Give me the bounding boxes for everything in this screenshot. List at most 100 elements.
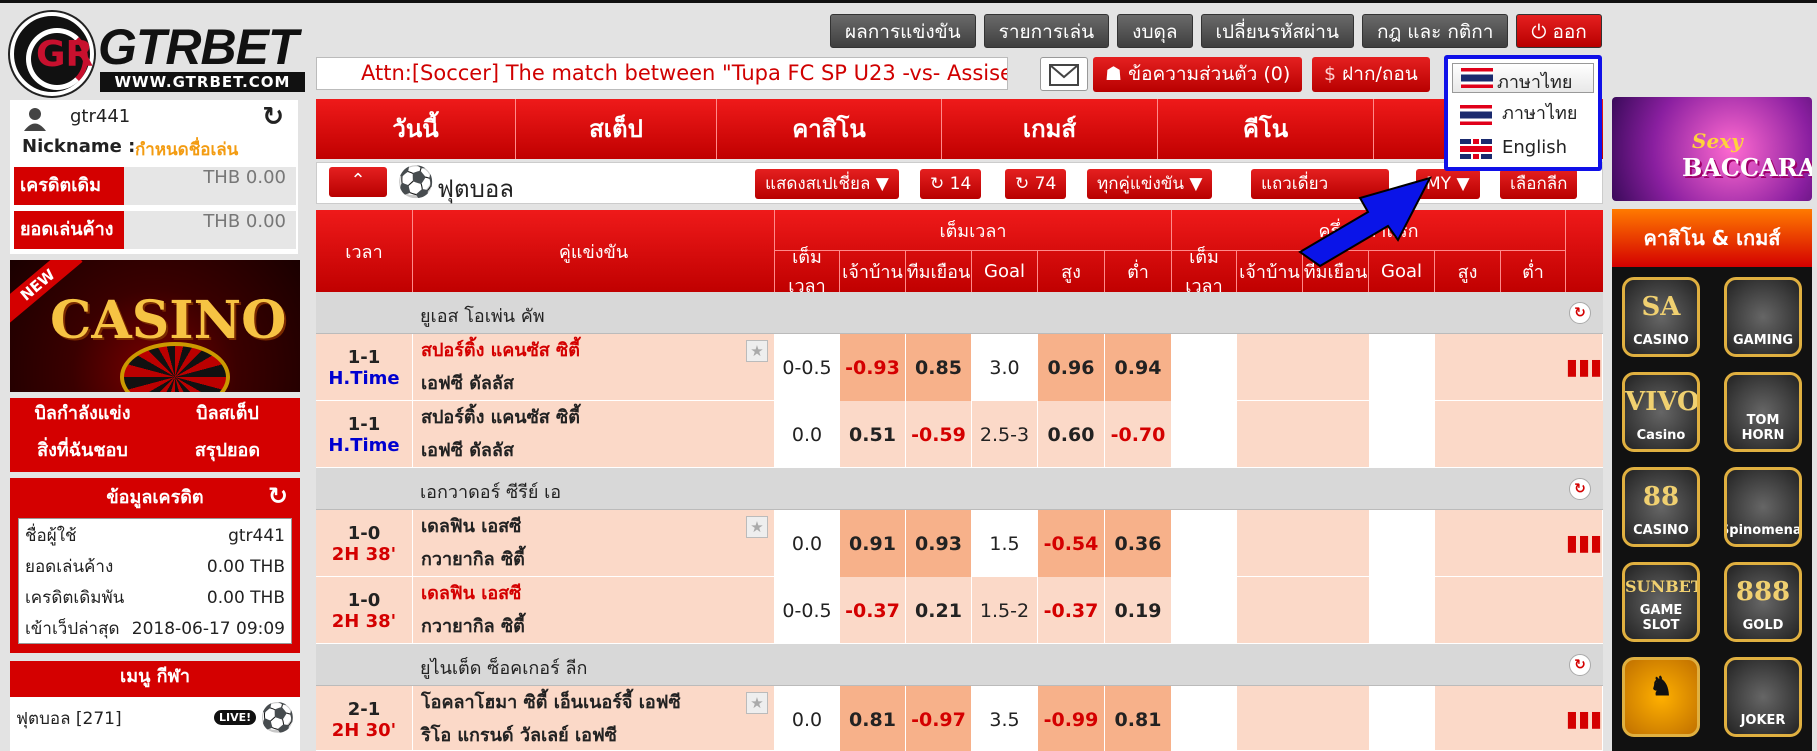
- tab-parlay[interactable]: สเต็ป: [516, 99, 717, 159]
- sport-menu-item-football[interactable]: ฟุตบอล [271] LIVE! ⚽: [10, 697, 300, 751]
- odds-away[interactable]: 0.93: [906, 510, 972, 577]
- odds-over[interactable]: -0.37: [1038, 577, 1105, 644]
- language-dropdown[interactable]: ภาษาไทย ภาษาไทย English: [1444, 55, 1602, 171]
- stats-icon[interactable]: ▮▮▮: [1566, 334, 1603, 401]
- odds-hdp: 0.0: [775, 686, 840, 751]
- statement-button[interactable]: งบดุล: [1117, 14, 1193, 48]
- user-icon: [24, 108, 46, 131]
- refresh-count-2[interactable]: ↻ 74: [1005, 169, 1067, 199]
- odds-away[interactable]: -0.97: [906, 686, 972, 751]
- ht-hdp: [1172, 510, 1237, 577]
- game-tile-sunbet[interactable]: SUNBET GAME SLOT: [1622, 562, 1700, 642]
- credit-info-row: ยอดเล่นค้าง 0.00 THB: [25, 557, 285, 577]
- tab-today[interactable]: วันนี้: [316, 99, 516, 159]
- private-messages-button[interactable]: ☗ ข้อความส่วนตัว (0): [1093, 57, 1303, 92]
- odds-away[interactable]: -0.59: [906, 401, 972, 468]
- game-tile-spinomenal[interactable]: Spinomenal: [1724, 467, 1802, 547]
- refresh-icon[interactable]: ↻: [268, 482, 288, 510]
- game-tile-rooster[interactable]: ♞: [1622, 657, 1700, 737]
- refresh-icon[interactable]: ↻: [1569, 302, 1591, 324]
- odds-under[interactable]: 0.19: [1105, 577, 1172, 644]
- gtrbet-logo[interactable]: GR GTRBET WWW.GTRBET.COM: [8, 10, 308, 96]
- collapse-button[interactable]: ⌃: [329, 167, 387, 197]
- refresh-icon[interactable]: ↻: [1569, 478, 1591, 500]
- refresh-count-1[interactable]: ↻ 14: [920, 169, 982, 199]
- thai-flag-icon: [1460, 105, 1492, 125]
- credit-info-box: ข้อมูลเครดิต ↻ ชื่อผู้ใช้ gtr441 ยอดเล่นค้…: [10, 478, 300, 653]
- tab-games[interactable]: เกมส์: [942, 99, 1158, 159]
- mail-button[interactable]: [1040, 57, 1088, 91]
- odds-away[interactable]: 0.85: [906, 334, 972, 401]
- game-tile-88casino[interactable]: 88 CASINO: [1622, 467, 1700, 547]
- odds-home[interactable]: 0.91: [840, 510, 906, 577]
- language-select[interactable]: ภาษาไทย: [1452, 63, 1594, 93]
- odds-under[interactable]: 0.94: [1105, 334, 1172, 401]
- match-row: 1-1 H.Time สปอร์ติ้ง แคนซัส ซิตี้ เอฟซี ดั…: [316, 334, 1603, 401]
- logout-button[interactable]: ⏻ ออก: [1516, 14, 1602, 48]
- nickname-label: Nickname :: [22, 136, 136, 157]
- odds-under[interactable]: -0.70: [1105, 401, 1172, 468]
- col-ft-over: สูง: [1038, 250, 1105, 292]
- tab-keno[interactable]: คีโน: [1158, 99, 1374, 159]
- odds-goal: 1.5-2: [972, 577, 1038, 644]
- col-ft-away: ทีมเยือน: [906, 250, 972, 292]
- logo-emblem: GR: [10, 12, 94, 96]
- outstanding-row: ยอดเล่นค้าง THB 0.00: [14, 211, 296, 249]
- language-option-english[interactable]: English: [1452, 131, 1594, 165]
- odds-over[interactable]: 0.60: [1038, 401, 1105, 468]
- refresh-icon[interactable]: ↻: [1569, 654, 1591, 676]
- sexy-baccarat-banner[interactable]: Sexy BACCARAT: [1612, 97, 1812, 201]
- odds-over[interactable]: -0.54: [1038, 510, 1105, 577]
- uk-flag-icon: [1460, 139, 1492, 159]
- odds-away[interactable]: 0.21: [906, 577, 972, 644]
- sport-menu: เมนู กีฬา ฟุตบอล [271] LIVE! ⚽: [10, 661, 300, 751]
- odds-under[interactable]: 0.36: [1105, 510, 1172, 577]
- favorites-link[interactable]: สิ่งที่ฉันชอบ: [10, 435, 155, 472]
- odds-goal: 3.5: [972, 686, 1038, 751]
- odds-home[interactable]: -0.37: [840, 577, 906, 644]
- caret-down-icon: ▼: [870, 174, 889, 194]
- game-tile-gold[interactable]: 888 GOLD: [1724, 562, 1802, 642]
- odds-over[interactable]: -0.99: [1038, 686, 1105, 751]
- language-option-thai[interactable]: ภาษาไทย: [1452, 97, 1594, 131]
- all-matches-dropdown[interactable]: ทุกคู่แข่งขัน ▼: [1087, 169, 1213, 199]
- match-teams: เดลฟิน เอสซี กวายากิล ซิตี้: [413, 577, 775, 644]
- ht-hdp: [1172, 401, 1237, 468]
- star-icon[interactable]: ★: [746, 340, 768, 362]
- casino-banner[interactable]: NEW CASINO: [10, 260, 300, 392]
- bet-list-button[interactable]: รายการเล่น: [983, 14, 1110, 48]
- col-match: คู่แข่งขัน: [413, 210, 775, 292]
- odds-home[interactable]: 0.51: [840, 401, 906, 468]
- credit-info-title: ข้อมูลเครดิต ↻: [106, 482, 288, 510]
- game-tile-gaming[interactable]: GAMING: [1724, 277, 1802, 357]
- select-league-button[interactable]: เลือกลีก: [1500, 169, 1578, 199]
- tab-casino[interactable]: คาสิโน: [717, 99, 942, 159]
- parlay-bets-link[interactable]: บิลสเต็ป: [155, 398, 300, 435]
- set-nickname-link[interactable]: กำหนดชื่อเล่น: [135, 136, 238, 163]
- change-password-button[interactable]: เปลี่ยนรหัสผ่าน: [1200, 14, 1354, 48]
- running-bets-link[interactable]: บิลกำลังแข่ง: [10, 398, 155, 435]
- game-tile-joker[interactable]: JOKER: [1724, 657, 1802, 737]
- odds-hdp: 0.0: [775, 510, 840, 577]
- deposit-withdraw-button[interactable]: $ ฝาก/ถอน: [1312, 57, 1430, 92]
- odds-over[interactable]: 0.96: [1038, 334, 1105, 401]
- stats-icon[interactable]: ▮▮▮: [1566, 686, 1603, 751]
- game-tile-tomhorn[interactable]: TOM HORN: [1724, 372, 1802, 452]
- stats-icon[interactable]: ▮▮▮: [1566, 510, 1603, 577]
- game-tile-vivo[interactable]: VIVO Casino: [1622, 372, 1700, 452]
- odds-hdp: 0.0: [775, 401, 840, 468]
- refresh-icon[interactable]: ↻: [262, 102, 284, 132]
- league-header: ยูเอส โอเพ่น คัพ ↻: [316, 292, 1603, 334]
- odds-under[interactable]: 0.81: [1105, 686, 1172, 751]
- special-dropdown[interactable]: แสดงสเปเชี่ยล ▼: [755, 169, 899, 199]
- results-button[interactable]: ผลการแข่งขัน: [830, 14, 976, 48]
- star-icon[interactable]: ★: [746, 692, 768, 714]
- summary-link[interactable]: สรุปยอด: [155, 435, 300, 472]
- sport-title: ฟุตบอล: [437, 175, 514, 203]
- credit-row: เครดิตเดิมพันTHB 0.00: [14, 167, 296, 234]
- odds-home[interactable]: -0.93: [840, 334, 906, 401]
- star-icon[interactable]: ★: [746, 516, 768, 538]
- rules-button[interactable]: กฎ และ กติกา: [1361, 14, 1509, 48]
- game-tile-sa[interactable]: SA CASINO: [1622, 277, 1700, 357]
- odds-home[interactable]: 0.81: [840, 686, 906, 751]
